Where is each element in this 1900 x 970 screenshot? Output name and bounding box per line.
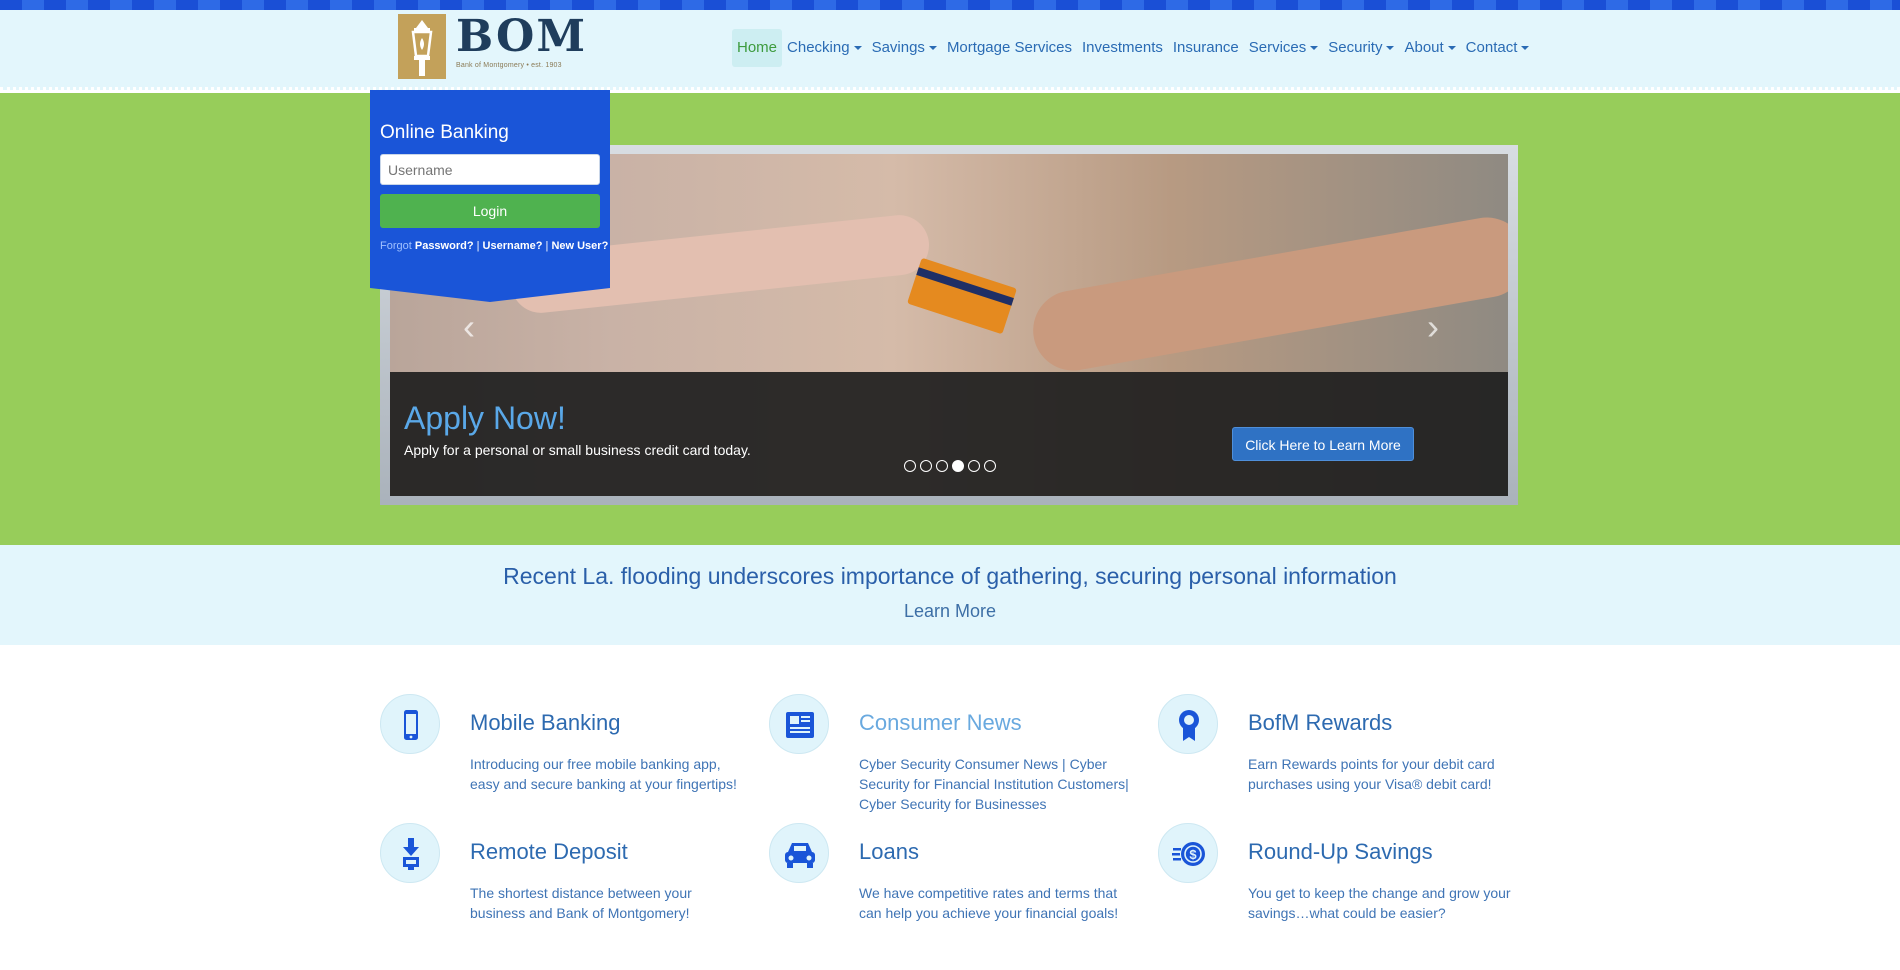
nav-insurance[interactable]: Insurance	[1168, 29, 1244, 67]
feature-mobile-banking[interactable]: Mobile Banking Introducing our free mobi…	[380, 694, 760, 814]
site-header: BOM Bank of Montgomery • est. 1903 Home …	[0, 10, 1900, 90]
caret-down-icon	[853, 46, 862, 51]
feature-title: Loans	[859, 839, 919, 864]
nav-services[interactable]: Services	[1244, 29, 1324, 67]
feature-text: The shortest distance between your busin…	[470, 885, 692, 921]
nav-investments-label: Investments	[1082, 39, 1163, 56]
slide-caption: Apply Now! Apply for a personal or small…	[390, 372, 1508, 496]
learn-more-button[interactable]: Click Here to Learn More	[1232, 427, 1414, 461]
slider-dot[interactable]	[920, 460, 932, 472]
slider-dot[interactable]	[904, 460, 916, 472]
forgot-username-link[interactable]: Username?	[483, 240, 543, 252]
feature-text: Earn Rewards points for your debit card …	[1248, 756, 1495, 792]
feature-title: Consumer News	[859, 710, 1022, 735]
caret-down-icon	[1386, 46, 1395, 51]
feature-remote-deposit[interactable]: Remote Deposit The shortest distance bet…	[380, 823, 760, 943]
feature-text: Introducing our free mobile banking app,…	[470, 756, 737, 792]
nav-about-label: About	[1404, 39, 1444, 56]
caret-down-icon	[1447, 46, 1456, 51]
new-user-link[interactable]: New User?	[551, 240, 608, 252]
award-ribbon-icon	[1158, 694, 1218, 754]
nav-contact-label: Contact	[1465, 39, 1518, 56]
slider-dot[interactable]	[984, 460, 996, 472]
feature-title: BofM Rewards	[1248, 710, 1393, 735]
feature-title: Round-Up Savings	[1248, 839, 1433, 864]
username-input[interactable]	[380, 154, 600, 185]
nav-savings[interactable]: Savings	[867, 29, 942, 67]
forgot-label: Forgot	[380, 240, 412, 252]
online-banking-panel: Online Banking Login Forgot Password? | …	[370, 90, 610, 302]
nav-checking[interactable]: Checking	[782, 29, 867, 67]
svg-text:$: $	[1189, 847, 1197, 862]
feature-round-up-savings[interactable]: $ Round-Up Savings You get to keep the c…	[1158, 823, 1538, 943]
nav-security[interactable]: Security	[1323, 29, 1399, 67]
credit-card-image	[907, 257, 1017, 335]
feature-text: We have competitive rates and terms that…	[859, 885, 1119, 921]
logo-wordmark: BOM	[456, 11, 588, 62]
hero-section: ‹ › Apply Now! Apply for a personal or s…	[0, 93, 1900, 545]
feature-loans[interactable]: Loans We have competitive rates and term…	[769, 823, 1149, 943]
nav-insurance-label: Insurance	[1172, 39, 1239, 56]
forgot-password-link[interactable]: Password?	[415, 240, 474, 252]
nav-investments[interactable]: Investments	[1077, 29, 1168, 67]
caret-down-icon	[928, 46, 937, 51]
deposit-download-icon	[380, 823, 440, 883]
car-icon	[769, 823, 829, 883]
feature-text: You get to keep the change and grow your…	[1248, 885, 1511, 921]
feature-text: Cyber Security Consumer News | Cyber Sec…	[859, 756, 1129, 812]
feature-title: Remote Deposit	[470, 839, 628, 864]
lantern-logo-icon	[398, 14, 446, 79]
news-headline[interactable]: Recent La. flooding underscores importan…	[0, 563, 1900, 590]
feature-consumer-news[interactable]: Consumer News Cyber Security Consumer Ne…	[769, 694, 1149, 814]
newspaper-icon	[769, 694, 829, 754]
slider-dot[interactable]	[968, 460, 980, 472]
slider-dot[interactable]	[936, 460, 948, 472]
bank-logo[interactable]: BOM Bank of Montgomery • est. 1903	[398, 14, 587, 79]
nav-home-label: Home	[737, 39, 778, 56]
mobile-phone-icon	[380, 694, 440, 754]
chevron-left-icon[interactable]: ‹	[456, 309, 482, 345]
nav-checking-label: Checking	[787, 39, 850, 56]
feature-bofm-rewards[interactable]: BofM Rewards Earn Rewards points for you…	[1158, 694, 1538, 814]
main-nav: Home Checking Savings Mortgage Services …	[732, 29, 1534, 67]
nav-mortgage-label: Mortgage Services	[946, 39, 1072, 56]
caret-down-icon	[1521, 46, 1530, 51]
news-learn-more-link[interactable]: Learn More	[0, 601, 1900, 622]
online-banking-title: Online Banking	[380, 122, 509, 143]
news-banner: Recent La. flooding underscores importan…	[0, 545, 1900, 645]
caret-down-icon	[1310, 46, 1319, 51]
nav-home[interactable]: Home	[732, 29, 783, 67]
slide-title: Apply Now!	[404, 400, 566, 436]
nav-contact[interactable]: Contact	[1461, 29, 1535, 67]
logo-tagline: Bank of Montgomery • est. 1903	[456, 62, 562, 69]
login-button[interactable]: Login	[380, 194, 600, 228]
nav-about[interactable]: About	[1399, 29, 1460, 67]
coins-dollar-icon: $	[1158, 823, 1218, 883]
slider-dots	[904, 460, 996, 472]
nav-savings-label: Savings	[871, 39, 925, 56]
slider-dot-active[interactable]	[952, 460, 964, 472]
feature-title: Mobile Banking	[470, 710, 621, 735]
top-stripe	[0, 0, 1900, 10]
nav-services-label: Services	[1248, 39, 1307, 56]
link-separator: |	[473, 240, 483, 252]
account-help-links: Forgot Password? | Username? | New User?	[380, 240, 608, 252]
chevron-right-icon[interactable]: ›	[1420, 309, 1446, 345]
nav-mortgage-services[interactable]: Mortgage Services	[942, 29, 1077, 67]
slide-photo-right-arm	[1026, 211, 1508, 377]
nav-security-label: Security	[1328, 39, 1383, 56]
slide-text: Apply for a personal or small business c…	[404, 442, 751, 458]
